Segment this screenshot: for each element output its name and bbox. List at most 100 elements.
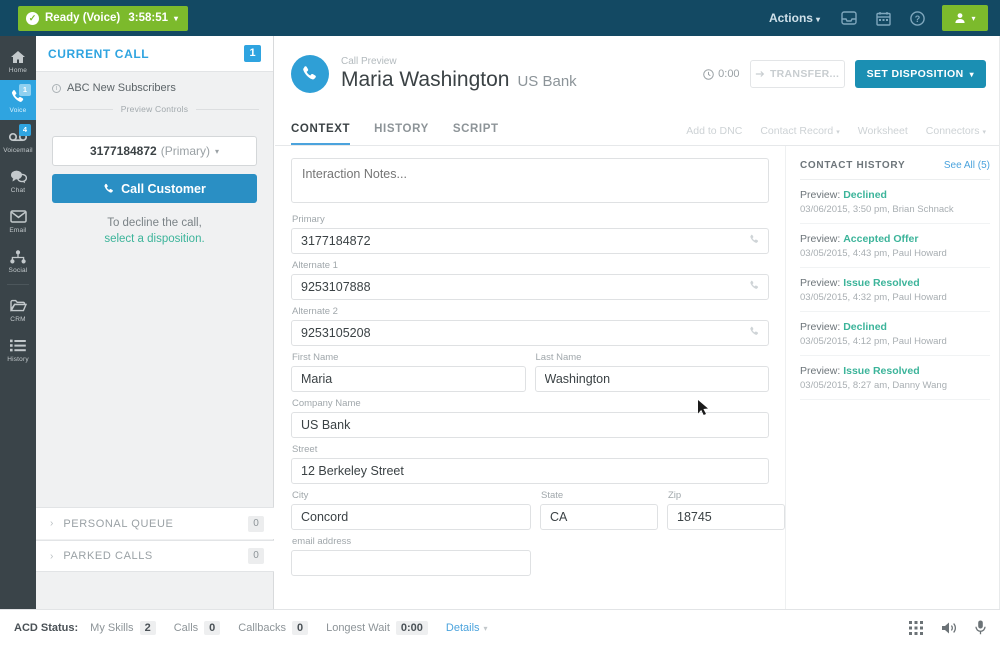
history-disposition: Declined xyxy=(843,321,887,333)
phone-icon[interactable] xyxy=(749,278,760,296)
state-input[interactable] xyxy=(541,505,657,529)
city-input[interactable] xyxy=(292,505,530,529)
history-item[interactable]: Preview: Declined 03/05/2015, 4:12 pm, P… xyxy=(800,312,990,356)
details-link[interactable]: Details ▾ xyxy=(446,622,488,634)
history-item[interactable]: Preview: Declined 03/06/2015, 3:50 pm, B… xyxy=(800,180,990,224)
stat-longest-wait: Longest Wait 0:00 xyxy=(326,620,428,635)
name-row: First Name Last Name xyxy=(291,346,769,392)
history-item[interactable]: Preview: Accepted Offer 03/05/2015, 4:43… xyxy=(800,224,990,268)
street-input[interactable] xyxy=(292,459,768,483)
last-name-label: Last Name xyxy=(535,352,582,363)
history-prefix: Preview: xyxy=(800,365,841,377)
transfer-button[interactable]: TRANSFER... xyxy=(749,60,845,88)
agent-status-button[interactable]: ✓ Ready (Voice) 3:58:51 ▾ xyxy=(18,5,188,31)
tab-script[interactable]: SCRIPT xyxy=(453,123,499,145)
call-identity: Call Preview Maria Washington US Bank xyxy=(341,56,577,92)
primary-phone-field[interactable] xyxy=(291,228,769,254)
history-prefix: Preview: xyxy=(800,233,841,245)
primary-phone-input[interactable] xyxy=(292,229,768,253)
sidebar-label-email: Email xyxy=(9,227,27,234)
last-name-field[interactable] xyxy=(534,366,769,392)
parked-calls-section[interactable]: › PARKED CALLS 0 xyxy=(36,540,274,572)
zip-input[interactable] xyxy=(668,505,784,529)
chevron-down-icon: ▾ xyxy=(483,623,488,633)
speaker-icon[interactable] xyxy=(941,621,957,635)
history-item-title: Preview: Accepted Offer xyxy=(800,233,990,245)
contact-name: Maria Washington xyxy=(341,68,510,91)
interaction-notes-input[interactable] xyxy=(291,158,769,203)
tab-action-links: Add to DNC Contact Record ▾ Worksheet Con… xyxy=(686,125,986,145)
first-name-field[interactable] xyxy=(291,366,526,392)
current-call-header: CURRENT CALL 1 xyxy=(36,36,273,72)
sidebar-item-voicemail[interactable]: 4 Voicemail xyxy=(0,120,36,160)
connectors-link[interactable]: Connectors ▾ xyxy=(926,125,986,137)
user-account-button[interactable]: ▾ xyxy=(942,5,988,31)
zip-field[interactable] xyxy=(667,504,785,530)
stat-callbacks: Callbacks 0 xyxy=(238,620,309,635)
city-field[interactable] xyxy=(291,504,531,530)
phone-icon[interactable] xyxy=(749,324,760,342)
phone-number-dropdown[interactable]: 3177184872 (Primary) ▾ xyxy=(52,136,257,166)
call-actions: 0:00 TRANSFER... SET DISPOSITION ▾ xyxy=(703,60,986,88)
add-to-dnc-link[interactable]: Add to DNC xyxy=(686,125,742,137)
sidebar-item-chat[interactable]: Chat xyxy=(0,160,36,200)
call-customer-button[interactable]: Call Customer xyxy=(52,174,257,203)
history-item-title: Preview: Issue Resolved xyxy=(800,277,990,289)
state-field[interactable] xyxy=(540,504,658,530)
company-name-field[interactable] xyxy=(291,412,769,438)
current-call-panel: CURRENT CALL 1 i ABC New Subscribers Pre… xyxy=(36,36,274,609)
alternate2-input[interactable] xyxy=(292,321,768,345)
sidebar-item-social[interactable]: Social xyxy=(0,240,36,280)
phone-number-value: 3177184872 xyxy=(89,144,157,158)
actions-menu-button[interactable]: Actions ▾ xyxy=(769,11,820,25)
last-name-input[interactable] xyxy=(535,367,768,391)
calendar-icon[interactable] xyxy=(870,5,896,31)
call-timer-value: 0:00 xyxy=(718,68,740,80)
select-disposition-link[interactable]: select a disposition. xyxy=(36,231,273,247)
worksheet-link[interactable]: Worksheet xyxy=(858,125,908,137)
sidebar-item-email[interactable]: Email xyxy=(0,200,36,240)
inbox-icon[interactable] xyxy=(836,5,862,31)
see-all-link[interactable]: See All (5) xyxy=(944,160,990,171)
email-address-input[interactable] xyxy=(292,551,530,575)
sidebar-label-crm: CRM xyxy=(10,316,26,323)
dialpad-icon[interactable] xyxy=(909,620,923,635)
alternate1-field[interactable] xyxy=(291,274,769,300)
alternate2-field[interactable] xyxy=(291,320,769,346)
microphone-icon[interactable] xyxy=(975,620,986,635)
street-field[interactable] xyxy=(291,458,769,484)
history-item-meta: 03/06/2015, 3:50 pm, Brian Schnack xyxy=(800,204,954,215)
transfer-arrow-icon xyxy=(755,71,765,77)
alternate1-input[interactable] xyxy=(292,275,768,299)
sidebar-item-history[interactable]: History xyxy=(0,329,36,369)
crm-folder-icon xyxy=(9,297,27,314)
bottom-bar-icons xyxy=(909,620,986,635)
set-disposition-button[interactable]: SET DISPOSITION ▾ xyxy=(854,60,986,88)
history-item[interactable]: Preview: Issue Resolved 03/05/2015, 8:27… xyxy=(800,356,990,400)
chevron-down-icon: ▾ xyxy=(173,13,178,23)
history-item-title: Preview: Declined xyxy=(800,321,990,333)
help-icon[interactable]: ? xyxy=(904,5,930,31)
stat-label: Calls xyxy=(173,621,199,634)
contact-history-header: CONTACT HISTORY See All (5) xyxy=(800,160,990,180)
tab-history[interactable]: HISTORY xyxy=(374,123,429,145)
sidebar-item-voice[interactable]: 1 Voice xyxy=(0,80,36,120)
company-name-input[interactable] xyxy=(292,413,768,437)
tab-context[interactable]: CONTEXT xyxy=(291,123,351,145)
sidebar-item-crm[interactable]: CRM xyxy=(0,289,36,329)
campaign-row[interactable]: i ABC New Subscribers xyxy=(36,72,273,102)
history-item-title: Preview: Declined xyxy=(800,189,990,201)
phone-icon[interactable] xyxy=(749,232,760,250)
email-address-field[interactable] xyxy=(291,550,531,576)
sidebar-label-chat: Chat xyxy=(10,187,26,194)
zip-label: Zip xyxy=(668,490,682,501)
history-item[interactable]: Preview: Issue Resolved 03/05/2015, 4:32… xyxy=(800,268,990,312)
contact-record-link[interactable]: Contact Record ▾ xyxy=(760,125,839,137)
sidebar-label-voicemail: Voicemail xyxy=(3,147,33,154)
first-name-input[interactable] xyxy=(292,367,525,391)
sidebar-item-home[interactable]: Home xyxy=(0,40,36,80)
sidebar-label-social: Social xyxy=(8,267,28,274)
personal-queue-section[interactable]: › PERSONAL QUEUE 0 xyxy=(36,507,274,539)
primary-phone-label: Primary xyxy=(292,214,325,225)
chevron-right-icon: › xyxy=(50,518,54,529)
